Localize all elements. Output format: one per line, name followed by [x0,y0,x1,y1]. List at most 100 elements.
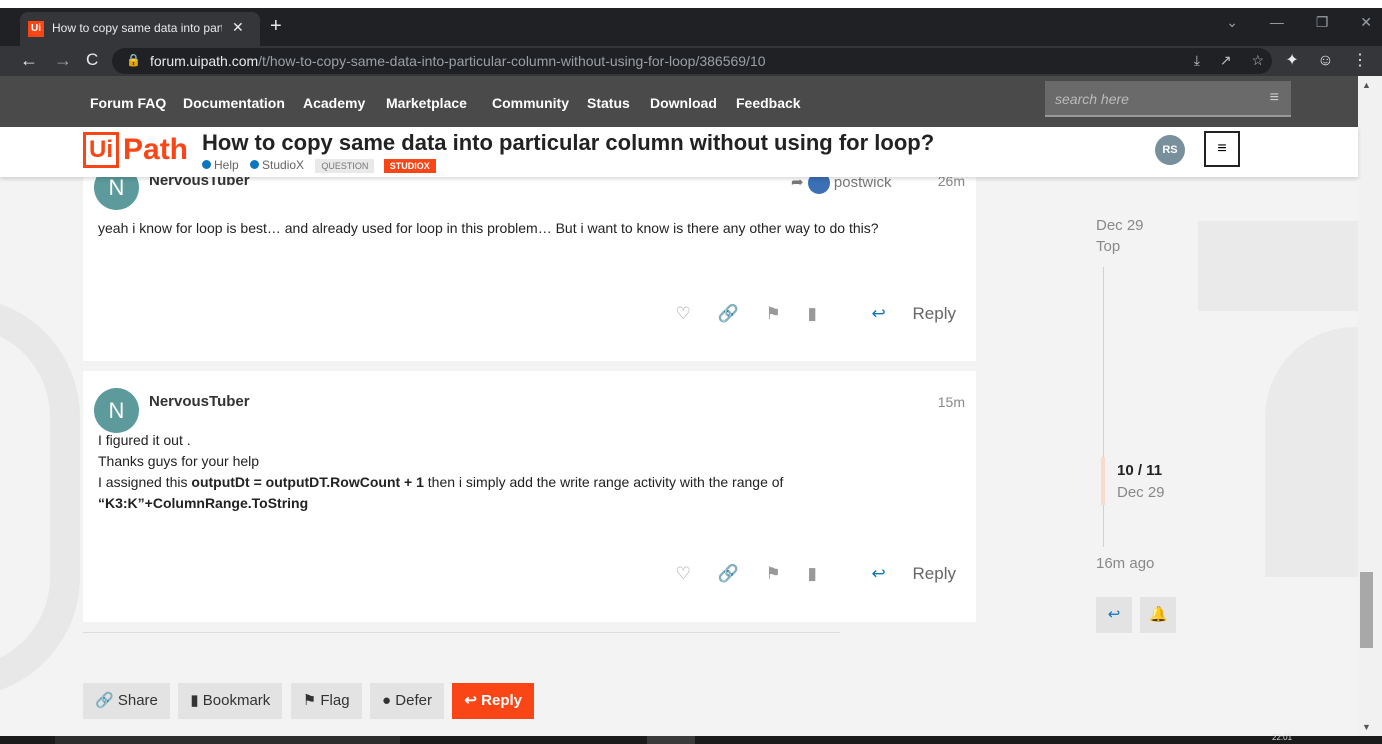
bookmark-button[interactable]: ▮ Bookmark [178,683,283,719]
reply-icon: ↩ [871,304,886,323]
flag-icon[interactable]: ⚑ [765,564,780,584]
category-studiox[interactable]: StudioX [250,158,304,172]
url-host: forum.uipath.com [150,53,259,69]
reply-arrow-icon: ➦ [791,177,804,191]
address-bar[interactable]: 🔒 forum.uipath.com/t/how-to-copy-same-da… [112,48,1272,74]
post-body: yeah i know for loop is best… and alread… [98,220,879,236]
lock-icon[interactable]: 🔒 [126,53,141,67]
menu-academy[interactable]: Academy [303,95,365,111]
search-input[interactable]: search here ≡ [1045,81,1291,117]
reply-label: Reply [912,564,956,583]
browser-tab-bar: Ui How to copy same data into parti ✕ + … [0,8,1382,46]
post-line: Thanks guys for your help [98,453,260,469]
url-text[interactable]: forum.uipath.com/t/how-to-copy-same-data… [150,53,766,69]
minimize-icon[interactable]: — [1270,14,1284,30]
notification-bell-icon[interactable]: 🔔 [1140,597,1177,633]
bookmark-icon[interactable]: ▮ [807,304,816,324]
reply-to-avatar [807,177,830,194]
bookmark-star-icon[interactable]: ☆ [1251,52,1264,68]
close-tab-icon[interactable]: ✕ [232,19,244,36]
scroll-up-icon[interactable]: ▲ [1362,80,1371,90]
background-decoration [0,297,80,697]
post-line: I figured it out . [98,432,191,448]
reply-topic-button[interactable]: ↩ Reply [452,683,535,719]
timeline-scroll-handle[interactable] [1101,457,1105,505]
bookmark-icon: ▮ [190,692,199,709]
forum-menu-bar: Forum FAQ Documentation Academy Marketpl… [0,76,1358,127]
background-decoration [1198,221,1358,311]
taskbar-clock: 22:01 [1272,733,1293,742]
post-username[interactable]: NervousTuber [149,177,250,189]
restore-icon[interactable]: ❐ [1316,14,1329,31]
new-tab-icon[interactable]: + [270,15,282,38]
defer-label: Defer [395,692,432,709]
reply-to-indicator[interactable]: ➦ postwick [791,177,891,194]
menu-download[interactable]: Download [650,95,717,111]
avatar[interactable]: N [94,388,139,433]
category-help[interactable]: Help [202,158,239,172]
timeline-scroll-track[interactable] [1103,267,1104,547]
forward-icon[interactable]: → [54,50,72,71]
divider [83,632,840,633]
browser-menu-icon[interactable]: ⋮ [1352,52,1368,69]
post-line-bold: “K3:K”+ColumnRange.ToString [98,495,309,511]
scroll-down-icon[interactable]: ▼ [1362,722,1371,732]
taskbar-segment[interactable] [647,736,695,744]
menu-community[interactable]: Community [492,95,569,111]
post-time[interactable]: 15m [938,394,965,410]
browser-toolbar: ← → C 🔒 forum.uipath.com/t/how-to-copy-s… [0,46,1382,76]
share-button[interactable]: 🔗 Share [83,683,170,719]
reply-button[interactable]: ↩ Reply [850,304,956,324]
browser-tab[interactable]: Ui How to copy same data into parti ✕ [20,12,260,46]
uipath-favicon-icon: Ui [28,21,44,37]
share-page-icon[interactable]: ↗ [1220,52,1232,68]
back-icon[interactable]: ← [20,50,38,71]
flag-icon: ⚑ [302,692,317,709]
current-user-avatar[interactable]: RS [1155,135,1185,165]
menu-status[interactable]: Status [587,95,630,111]
menu-documentation[interactable]: Documentation [183,95,285,111]
category-dot-icon [202,160,211,169]
topic-content: N NervousTuber ➦ postwick 26m yeah i kno… [0,177,1358,736]
flag-icon[interactable]: ⚑ [765,304,780,324]
menu-feedback[interactable]: Feedback [736,95,801,111]
search-filter-icon[interactable]: ≡ [1270,89,1279,107]
flag-button[interactable]: ⚑ Flag [290,683,362,719]
topic-title[interactable]: How to copy same data into particular co… [202,130,934,156]
tag-question[interactable]: QUESTION [315,159,375,173]
like-icon[interactable]: ♡ [676,564,691,584]
taskbar-segment[interactable] [55,736,400,744]
page-scrollbar[interactable]: ▲ ▼ [1358,76,1382,736]
timeline-position: 10 / 11 [1117,462,1163,479]
timeline-position-date: Dec 29 [1117,484,1165,501]
timeline-top-link[interactable]: Top [1096,238,1120,255]
scrollbar-thumb[interactable] [1360,572,1373,648]
extensions-puzzle-icon[interactable]: ✦ [1285,52,1298,69]
close-window-icon[interactable]: ✕ [1360,14,1372,31]
hamburger-menu-icon[interactable]: ≡ [1204,131,1240,167]
menu-forum-faq[interactable]: Forum FAQ [90,95,166,111]
post-body: I figured it out . Thanks guys for your … [98,430,956,514]
avatar[interactable]: N [94,177,139,210]
profile-avatar-icon[interactable]: ☺ [1317,52,1333,69]
like-icon[interactable]: ♡ [676,304,691,324]
reply-icon: ↩ [464,692,477,709]
menu-marketplace[interactable]: Marketplace [386,95,467,111]
address-bar-actions: ⤓ ↗ ☆ [1178,52,1264,69]
tag-studiox[interactable]: STUDIOX [383,159,436,173]
link-icon[interactable]: 🔗 [718,564,739,584]
install-app-icon[interactable]: ⤓ [1194,52,1200,68]
timeline-last-activity[interactable]: 16m ago [1096,555,1154,572]
post-line: I assigned this outputDt = outputDT.RowC… [98,472,956,493]
timeline-start-date[interactable]: Dec 29 [1096,217,1144,234]
post-time[interactable]: 26m [938,177,965,189]
timeline-reply-icon[interactable]: ↩ [1096,597,1132,633]
reply-button[interactable]: ↩ Reply [850,564,956,584]
post-actions: ♡ 🔗 ⚑ ▮ ↩ Reply [654,564,956,584]
post-username[interactable]: NervousTuber [149,393,250,410]
link-icon[interactable]: 🔗 [718,304,739,324]
tab-search-icon[interactable]: ⌄ [1226,14,1238,31]
defer-button[interactable]: ● Defer [370,683,444,719]
bookmark-icon[interactable]: ▮ [807,564,816,584]
reload-icon[interactable]: C [86,50,98,70]
